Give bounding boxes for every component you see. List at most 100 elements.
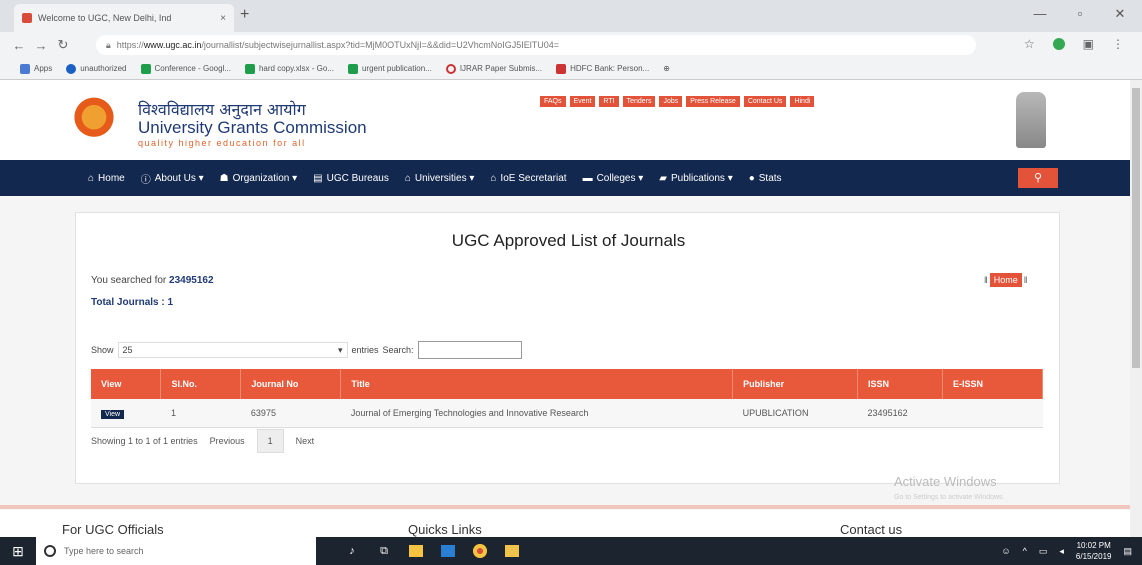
top-link-jobs[interactable]: Jobs <box>659 96 683 107</box>
extension-icon[interactable] <box>1052 38 1065 50</box>
store-icon[interactable] <box>400 537 432 565</box>
windows-start-icon[interactable]: ⊞ <box>0 543 36 560</box>
bookmark-item[interactable]: Apps <box>20 63 52 74</box>
url-path: /journallist/subjectwisejurnallist.aspx?… <box>201 40 559 50</box>
page-scrollbar[interactable] <box>1130 80 1142 537</box>
top-link-press-release[interactable]: Press Release <box>686 96 740 107</box>
main-nav: ⌂ Home ⓘ About Us ▾ ☗ Organization ▾ ▤ UGC B… <box>0 160 1130 196</box>
footer-contact-us: Contact us <box>840 522 903 537</box>
notifications-icon[interactable]: ▤ <box>1123 546 1132 557</box>
previous-button[interactable]: Previous <box>210 436 245 446</box>
col-eissn[interactable]: E-ISSN <box>942 369 1043 399</box>
address-bar[interactable]: 🔒︎ https://www.ugc.ac.in/journallist/sub… <box>96 35 976 55</box>
nav-home[interactable]: ⌂ Home <box>88 173 125 184</box>
site-title-hindi: विश्वविद्यालय अनुदान आयोग <box>138 100 306 119</box>
site-title: University Grants Commission <box>138 118 367 137</box>
new-tab-button[interactable]: + <box>240 6 249 24</box>
site-footer: For UGC Officials Quicks Links Contact u… <box>0 510 1130 537</box>
col-sl-no[interactable]: Sl.No. <box>160 369 242 399</box>
col-journal-no[interactable]: Journal No <box>240 369 342 399</box>
nav-stats[interactable]: ● Stats <box>749 173 782 184</box>
mail-icon[interactable] <box>432 537 464 565</box>
url-prefix: https:// <box>116 40 144 50</box>
activate-windows-subtext: Go to Settings to activate Windows. <box>894 494 1005 501</box>
col-title[interactable]: Title <box>340 369 734 399</box>
volume-icon[interactable]: ◂ <box>1059 546 1064 557</box>
page-title: UGC Approved List of Journals <box>451 231 686 250</box>
top-link-contact-us[interactable]: Contact Us <box>743 96 787 107</box>
graduation-icon: ▬ <box>582 172 593 184</box>
table-search-input[interactable] <box>417 341 522 359</box>
next-button[interactable]: Next <box>296 436 315 446</box>
nav-colleges[interactable]: ▬ Colleges ▾ <box>583 173 644 184</box>
footer-divider <box>0 505 1130 509</box>
taskbar-clock[interactable]: 10:02 PM 6/15/2019 <box>1076 540 1112 562</box>
pagination: Showing 1 to 1 of 1 entries Previous 1 N… <box>91 429 314 453</box>
chrome-icon[interactable] <box>464 537 496 565</box>
col-view[interactable]: View <box>91 369 162 399</box>
nav-search-button[interactable]: ⚲ <box>1018 168 1058 188</box>
bank-icon <box>556 63 567 74</box>
file-explorer-icon[interactable] <box>496 537 528 565</box>
nav-publications[interactable]: ▰ Publications ▾ <box>659 173 732 184</box>
bookmark-item[interactable]: IJRAR Paper Submis... <box>445 63 542 74</box>
taskbar-search[interactable]: Type here to search <box>36 537 316 565</box>
bookmark-item[interactable]: hard copy.xlsx - Go... <box>244 63 334 74</box>
scrollbar-thumb[interactable] <box>1132 88 1140 368</box>
cell-title: Journal of Emerging Technologies and Inn… <box>340 399 733 428</box>
search-summary: You searched for 23495162 <box>91 275 214 286</box>
bookmark-item[interactable]: urgent publication... <box>347 63 432 74</box>
ugc-logo[interactable] <box>64 92 124 148</box>
cell-journal-no: 63975 <box>240 399 341 428</box>
top-link-tenders[interactable]: Tenders <box>622 96 656 107</box>
pie-chart-icon: ● <box>748 172 755 184</box>
bookmark-star-icon[interactable]: ☆ <box>1024 37 1035 51</box>
national-emblem <box>1016 92 1046 148</box>
col-issn[interactable]: ISSN <box>857 369 944 399</box>
microphone-icon[interactable]: ♪ <box>336 537 368 565</box>
browser-tab[interactable]: Welcome to UGC, New Delhi, Ind × <box>14 4 234 32</box>
nav-about-us[interactable]: ⓘ About Us ▾ <box>141 171 204 186</box>
extension-icon[interactable]: ▣ <box>1083 37 1094 51</box>
bookmark-item[interactable]: Conference - Googl... <box>140 63 231 74</box>
menu-icon[interactable]: ⋮ <box>1112 37 1124 51</box>
table-controls: Show 25 entries Search: <box>91 341 522 359</box>
people-icon[interactable]: ☺ <box>1001 546 1010 556</box>
forward-icon[interactable]: → <box>30 38 52 53</box>
home-button[interactable]: ‖ Home ‖ <box>984 273 1027 287</box>
page-1-button[interactable]: 1 <box>256 429 284 453</box>
close-window-icon[interactable]: ✕ <box>1110 6 1130 22</box>
nav-organization[interactable]: ☗ Organization ▾ <box>220 173 297 184</box>
journal-panel: UGC Approved List of Journals You search… <box>75 212 1060 484</box>
bookmark-icon <box>66 63 77 74</box>
bookmark-item[interactable]: ⊕ <box>663 64 670 73</box>
bookmark-item[interactable]: unauthorized <box>66 63 127 74</box>
apps-icon <box>20 63 30 74</box>
journals-table: View Sl.No. Journal No Title Publisher I… <box>91 369 1043 428</box>
top-link-faqs[interactable]: FAQs <box>540 96 566 107</box>
back-icon[interactable]: ← <box>8 38 30 53</box>
top-link-hindi[interactable]: Hindi <box>790 96 815 107</box>
view-button[interactable]: View <box>101 409 125 419</box>
bookmarks-bar: Apps unauthorized Conference - Googl... … <box>0 58 1142 80</box>
nav-universities[interactable]: ⌂ Universities ▾ <box>405 173 475 184</box>
cell-sl-no: 1 <box>160 399 241 428</box>
top-link-rti[interactable]: RTI <box>599 96 619 107</box>
tab-close-icon[interactable]: × <box>220 13 226 24</box>
nav-ugc-bureaus[interactable]: ▤ UGC Bureaus <box>313 173 389 184</box>
network-icon[interactable]: ▭ <box>1039 546 1048 557</box>
bookmark-item[interactable]: HDFC Bank: Person... <box>556 63 649 74</box>
entries-select[interactable]: 25 <box>117 342 348 358</box>
minimize-icon[interactable]: — <box>1030 6 1050 21</box>
maximize-icon[interactable]: ▫ <box>1070 6 1090 21</box>
cortana-icon <box>44 545 56 557</box>
nav-ioe-secretariat[interactable]: ⌂ IoE Secretariat <box>490 173 566 184</box>
list-icon: ▤ <box>313 172 323 184</box>
col-publisher[interactable]: Publisher <box>732 369 859 399</box>
reload-icon[interactable]: ↻ <box>52 37 74 53</box>
top-link-event[interactable]: Event <box>569 96 596 107</box>
task-view-icon[interactable]: ⧉ <box>368 537 400 565</box>
top-links: FAQs Event RTI Tenders Jobs Press Releas… <box>540 96 815 107</box>
tray-chevron-icon[interactable]: ^ <box>1023 546 1027 556</box>
footer-quick-links: Quicks Links <box>408 522 482 537</box>
